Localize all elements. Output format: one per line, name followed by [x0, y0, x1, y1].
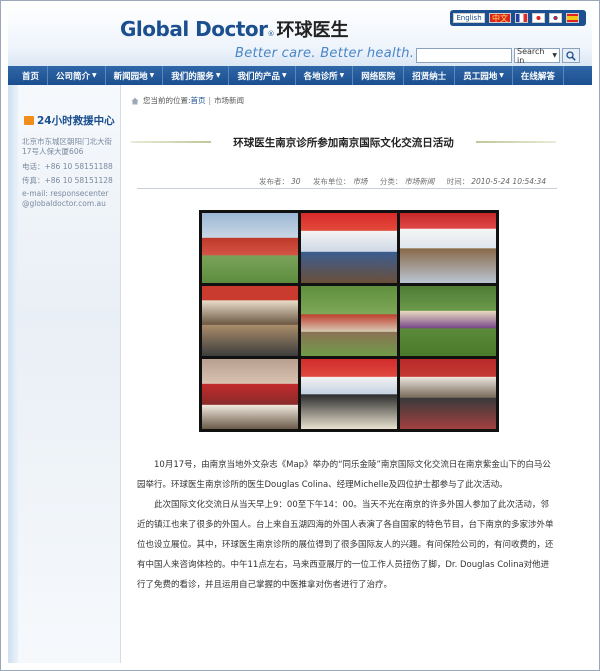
site-header: Global Doctor ® 环球医生 Better care. Better…	[8, 6, 592, 66]
category-label: 分类：	[379, 177, 403, 186]
french-flag-icon[interactable]	[515, 13, 528, 23]
nav-item[interactable]: 公司简介 ▼	[48, 66, 106, 85]
nav-item-label: 首页	[22, 71, 40, 82]
nav-item[interactable]: 我们的产品 ▼	[229, 66, 296, 85]
breadcrumb: 您当前的位置: 首页 | 市场新闻	[131, 95, 244, 106]
breadcrumb-current: 市场新闻	[214, 96, 245, 105]
chevron-down-icon: ▼	[552, 52, 557, 59]
main-nav: 首页 公司简介 ▼ 新闻园地 ▼ 我们的服务 ▼ 我们的产品 ▼ 各地诊所 ▼ 网络医院 招贤纳士 员工园…	[8, 66, 592, 85]
event-photo	[400, 213, 496, 283]
nav-item[interactable]: 我们的服务 ▼	[163, 66, 230, 85]
photo-grid	[202, 213, 496, 429]
nav-item-label: 新闻园地	[113, 71, 148, 82]
article-title-row: 环球医生南京诊所参加南京国际文化交流日活动	[131, 135, 556, 149]
event-photo	[202, 213, 298, 283]
nav-item[interactable]: 招贤纳士	[404, 66, 456, 85]
nav-item[interactable]: 网络医院	[353, 66, 405, 85]
unit-label: 发布单位：	[312, 177, 351, 186]
unit-value: 市场	[352, 177, 368, 186]
sidebar-decoration-strip	[8, 85, 18, 663]
event-photo	[301, 359, 397, 429]
fax-label: 传真：	[22, 176, 45, 185]
nav-item-label: 在线解答	[520, 71, 555, 82]
lang-english-button[interactable]: English	[453, 13, 485, 23]
nav-item[interactable]: 各地诊所 ▼	[296, 66, 354, 85]
event-photo	[400, 359, 496, 429]
category-value: 市场新闻	[404, 177, 435, 186]
caret-down-icon: ▼	[149, 72, 155, 79]
search-bar: Search in ▼	[416, 46, 580, 65]
sidebar: 24小时救援中心 北京市东城区朝阳门北大街17号人保大厦606 电话：+86 1…	[18, 85, 121, 663]
nav-item-label: 员工园地	[463, 71, 498, 82]
nav-item-label: 招贤纳士	[412, 71, 447, 82]
publisher-label: 发布者：	[259, 177, 289, 186]
emergency-center-title: 24小时救援中心	[24, 113, 115, 128]
emergency-email[interactable]: e-mail: responsecenter @globaldoctor.com…	[22, 189, 109, 208]
emergency-address: 北京市东城区朝阳门北大街17号人保大厦606	[22, 137, 112, 156]
phone-label: 电话：	[22, 162, 45, 171]
search-input[interactable]	[416, 48, 512, 63]
nav-item[interactable]: 在线解答	[513, 66, 564, 85]
meta-divider	[137, 188, 557, 189]
japanese-flag-icon[interactable]	[532, 13, 545, 23]
event-photo	[400, 286, 496, 356]
language-bar: English 中文	[450, 10, 586, 26]
emergency-fax: 传真：+86 10 58151128	[22, 175, 113, 186]
event-photo-collage	[199, 210, 499, 432]
lang-chinese-button[interactable]: 中文	[489, 13, 511, 23]
article-title: 环球医生南京诊所参加南京国际文化交流日活动	[233, 137, 454, 149]
logo-text-cn: 环球医生	[276, 20, 349, 41]
nav-item[interactable]: 员工园地 ▼	[455, 66, 513, 85]
event-photo	[301, 286, 397, 356]
email-domain: @globaldoctor.com.au	[22, 199, 106, 208]
caret-down-icon: ▼	[499, 72, 504, 79]
nav-item[interactable]: 新闻园地 ▼	[106, 66, 164, 85]
nav-item[interactable]: 首页	[14, 66, 49, 85]
korean-flag-icon[interactable]	[549, 13, 562, 23]
search-button[interactable]	[562, 48, 580, 63]
article-meta: 发布者： 30 发布单位： 市场 分类： 市场新闻 时间： 2010-5-24 10:5…	[259, 176, 546, 187]
time-label: 时间：	[446, 177, 470, 186]
search-scope-label: Search in	[517, 46, 545, 65]
envelope-icon	[24, 116, 34, 125]
emergency-center-label: 24小时救援中心	[37, 115, 115, 127]
nav-item-label: 公司简介	[56, 71, 91, 82]
nav-item-label: 我们的服务	[171, 71, 214, 82]
article-paragraph: 此次国际文化交流日从当天早上9：00至下午14：00。当天不光在南京的许多外国人…	[137, 500, 554, 590]
breadcrumb-home-link[interactable]: 首页	[191, 95, 206, 106]
event-photo	[202, 359, 298, 429]
phone-value: +86 10 58151188	[44, 162, 113, 171]
caret-down-icon: ▼	[281, 72, 287, 79]
article-body: 10月17号，由南京当地外文杂志《Map》举办的“同乐金陵”南京国际文化交流日在…	[137, 455, 557, 595]
logo-registered-mark: ®	[267, 30, 275, 38]
event-photo	[202, 286, 298, 356]
emergency-phone: 电话：+86 10 58151188	[22, 161, 113, 172]
caret-down-icon: ▼	[215, 72, 221, 79]
slogan: Better care. Better health.	[235, 46, 415, 61]
search-icon	[566, 50, 576, 61]
nav-item-label: 我们的产品	[237, 71, 280, 82]
spanish-flag-icon[interactable]	[566, 13, 579, 23]
nav-item-label: 网络医院	[361, 71, 396, 82]
logo-text-en: Global Doctor	[120, 17, 268, 41]
nav-item-label: 各地诊所	[303, 71, 338, 82]
breadcrumb-prefix: 您当前的位置:	[143, 96, 191, 105]
site-logo[interactable]: Global Doctor ® 环球医生	[120, 16, 349, 44]
caret-down-icon: ▼	[92, 72, 97, 79]
article-paragraph: 10月17号，由南京当地外文杂志《Map》举办的“同乐金陵”南京国际文化交流日在…	[137, 460, 551, 490]
time-value: 2010-5-24 10:54:34	[471, 177, 547, 186]
publisher-value: 30	[291, 177, 301, 186]
breadcrumb-separator: |	[208, 96, 212, 105]
fax-value: +86 10 58151128	[44, 176, 113, 185]
home-icon	[131, 97, 139, 104]
event-photo	[301, 213, 397, 283]
caret-down-icon: ▼	[339, 72, 345, 79]
email-label: e-mail: responsecenter	[22, 189, 109, 198]
search-scope-select[interactable]: Search in ▼	[514, 46, 560, 65]
